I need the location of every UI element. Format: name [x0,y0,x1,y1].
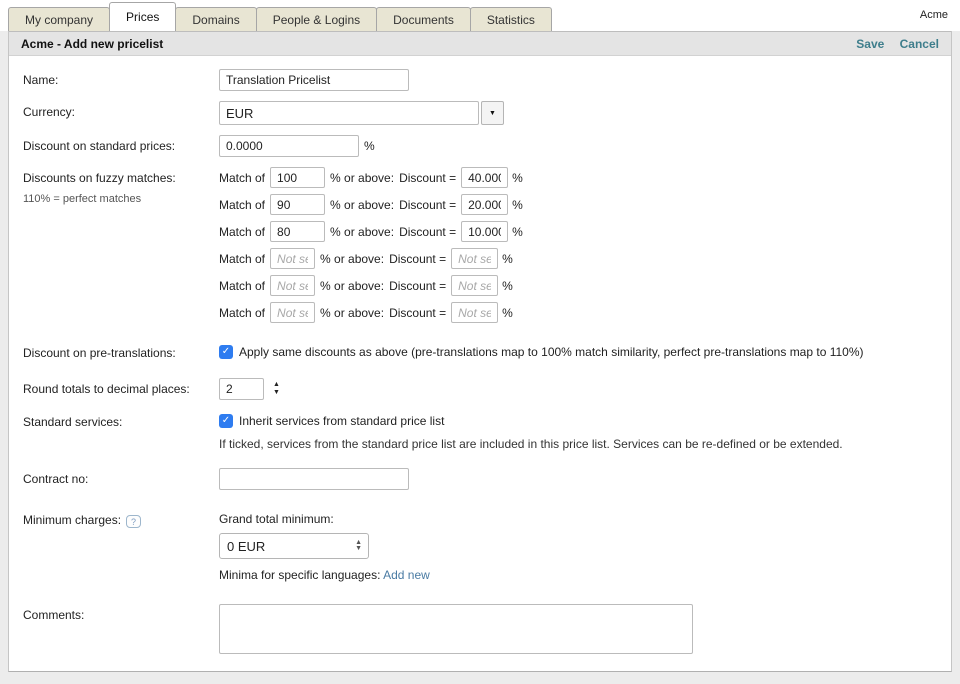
percent-suffix: % [502,252,513,266]
percent-suffix: % [512,198,523,212]
save-button[interactable]: Save [856,37,884,51]
spinner-up-icon[interactable]: ▲ [271,381,282,389]
fuzzy-row: Match of % or above: Discount = % [219,194,523,215]
fuzzy-discount-input[interactable] [451,248,498,269]
spinner-down-icon[interactable]: ▼ [271,389,282,397]
grand-total-minimum-value: 0 EUR [220,539,355,554]
tab-strip: My company Prices Domains People & Login… [8,2,551,31]
fuzzy-match-input[interactable] [270,194,325,215]
or-above-text: % or above: [330,198,394,212]
tab-prices[interactable]: Prices [109,2,176,31]
fuzzy-discount-input[interactable] [461,221,508,242]
pretranslations-checkbox-label: Apply same discounts as above (pre-trans… [239,345,864,359]
comments-label: Comments: [23,604,219,654]
fuzzy-row: Match of % or above: Discount = % [219,275,523,296]
currency-dropdown-button[interactable]: ▼ [481,101,504,125]
standard-services-helper: If ticked, services from the standard pr… [219,437,843,451]
discount-equals-text: Discount = [389,252,446,266]
cancel-button[interactable]: Cancel [900,37,939,51]
chevron-down-icon: ▼ [489,110,496,117]
tab-domains[interactable]: Domains [175,7,256,31]
fuzzy-match-input[interactable] [270,275,315,296]
percent-suffix: % [512,225,523,239]
discount-equals-text: Discount = [399,198,456,212]
fuzzy-match-input[interactable] [270,248,315,269]
fuzzy-match-input[interactable] [270,167,325,188]
check-icon: ✓ [222,346,230,357]
discount-equals-text: Discount = [399,225,456,239]
contract-label: Contract no: [23,468,219,490]
discount-equals-text: Discount = [389,279,446,293]
percent-suffix: % [502,279,513,293]
tab-people-logins[interactable]: People & Logins [256,7,377,31]
tab-my-company[interactable]: My company [8,7,110,31]
name-label: Name: [23,69,219,91]
fuzzy-match-input[interactable] [270,221,325,242]
account-name: Acme [920,9,948,21]
discount-standard-label: Discount on standard prices: [23,135,219,157]
percent-suffix: % [364,139,375,153]
fuzzy-discount-input[interactable] [451,275,498,296]
page-title: Acme - Add new pricelist [21,37,163,51]
or-above-text: % or above: [330,225,394,239]
top-tab-bar: My company Prices Domains People & Login… [0,0,960,31]
round-totals-input[interactable] [219,378,264,400]
standard-services-label: Standard services: [23,414,219,451]
or-above-text: % or above: [320,252,384,266]
discount-equals-text: Discount = [389,306,446,320]
fuzzy-note: 110% = perfect matches [23,193,219,205]
fuzzy-row: Match of % or above: Discount = % [219,167,523,188]
add-new-link[interactable]: Add new [383,568,430,582]
tab-documents[interactable]: Documents [376,7,471,31]
match-of-text: Match of [219,225,265,239]
inherit-services-checkbox-label: Inherit services from standard price lis… [239,414,444,428]
fuzzy-row: Match of % or above: Discount = % [219,302,523,323]
percent-suffix: % [502,306,513,320]
check-icon: ✓ [222,415,230,426]
match-of-text: Match of [219,279,265,293]
languages-prices-label: Languages & prices: [23,670,219,672]
languages-prices-text: Languages and prices can be defined afte… [219,670,544,672]
grand-total-minimum-spinner[interactable]: 0 EUR ▲ ▼ [219,533,369,559]
percent-suffix: % [512,171,523,185]
or-above-text: % or above: [320,306,384,320]
help-icon[interactable]: ? [126,515,141,528]
or-above-text: % or above: [330,171,394,185]
match-of-text: Match of [219,306,265,320]
discount-standard-input[interactable] [219,135,359,157]
fuzzy-discount-input[interactable] [461,167,508,188]
fuzzy-discount-input[interactable] [451,302,498,323]
fuzzy-row: Match of % or above: Discount = % [219,221,523,242]
spinner-down-icon[interactable]: ▼ [355,546,362,552]
pricelist-form: Name: Currency: EUR ▼ Discount on standa… [9,56,951,672]
minimum-charges-label: Minimum charges: [23,513,121,527]
panel-header: Acme - Add new pricelist Save Cancel [9,31,951,56]
round-totals-label: Round totals to decimal places: [23,378,219,400]
fuzzy-label: Discounts on fuzzy matches: [23,171,219,185]
inherit-services-checkbox[interactable]: ✓ [219,414,233,428]
currency-value[interactable]: EUR [219,101,479,125]
contract-input[interactable] [219,468,409,490]
grand-total-minimum-label: Grand total minimum: [219,512,430,526]
match-of-text: Match of [219,252,265,266]
tab-statistics[interactable]: Statistics [470,7,552,31]
currency-label: Currency: [23,101,219,125]
pretranslations-checkbox[interactable]: ✓ [219,345,233,359]
discount-equals-text: Discount = [399,171,456,185]
pretranslations-label: Discount on pre-translations: [23,345,219,360]
content-panel: Acme - Add new pricelist Save Cancel Nam… [8,31,952,672]
comments-textarea[interactable] [219,604,693,654]
match-of-text: Match of [219,171,265,185]
round-totals-stepper: ▲ ▼ [271,381,282,397]
minima-text: Minima for specific languages: [219,568,380,582]
fuzzy-discount-input[interactable] [461,194,508,215]
or-above-text: % or above: [320,279,384,293]
fuzzy-row: Match of % or above: Discount = % [219,248,523,269]
fuzzy-match-input[interactable] [270,302,315,323]
match-of-text: Match of [219,198,265,212]
currency-select[interactable]: EUR ▼ [219,101,504,125]
name-input[interactable] [219,69,409,91]
